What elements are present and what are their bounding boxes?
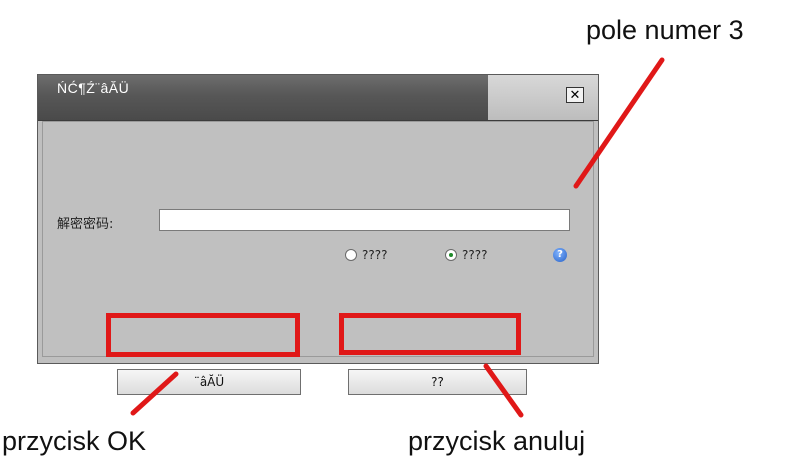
radio-button-checked[interactable] [445, 249, 457, 261]
radio-option-2-label: ???? [462, 248, 488, 262]
annotation-cancel-button-label: przycisk anuluj [408, 426, 586, 456]
cancel-button[interactable]: ?? [348, 369, 527, 395]
help-icon[interactable]: ? [553, 248, 567, 262]
password-label: 解密密码: [57, 217, 114, 232]
password-input[interactable] [159, 209, 570, 231]
cancel-button-highlight-box [339, 313, 521, 355]
dialog-title: ŃĆ¶Ź¨âĂÜ [57, 80, 130, 96]
radio-option-1[interactable]: ???? [345, 248, 387, 262]
annotation-field-3-label: pole numer 3 [586, 15, 744, 45]
ok-button-highlight-box [106, 313, 300, 357]
close-button[interactable]: ✕ [566, 87, 584, 103]
cancel-button-label: ?? [431, 375, 444, 389]
ok-button[interactable]: ¨âĂÜ [117, 369, 301, 395]
radio-option-2[interactable]: ???? [445, 248, 487, 262]
dialog-titlebar[interactable]: ŃĆ¶Ź¨âĂÜ ✕ [38, 75, 598, 121]
close-icon: ✕ [569, 87, 581, 103]
radio-option-1-label: ???? [362, 248, 388, 262]
annotation-ok-button-label: przycisk OK [2, 426, 147, 456]
ok-button-label: ¨âĂÜ [193, 375, 225, 389]
radio-button-unchecked[interactable] [345, 249, 357, 261]
